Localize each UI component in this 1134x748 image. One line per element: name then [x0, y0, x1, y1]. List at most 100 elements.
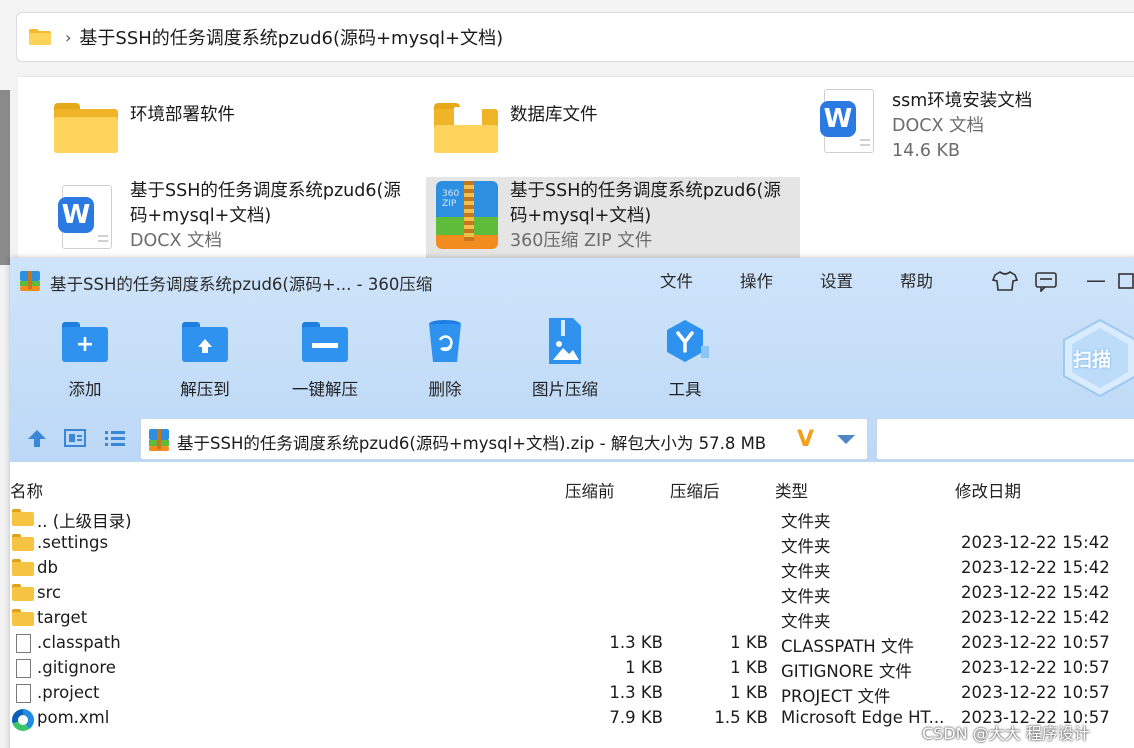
edge-icon	[12, 709, 34, 731]
modified-date: 2023-12-22 15:42	[961, 608, 1110, 627]
tools-icon	[661, 318, 711, 364]
scan-label: 扫描	[1073, 349, 1112, 371]
folder-icon	[29, 29, 51, 45]
title-bar[interactable]: 基于SSH的任务调度系统pzud6(源码+... - 360压缩 文件 操作 设…	[10, 258, 1134, 304]
folder-icon	[12, 534, 34, 552]
screen: › 基于SSH的任务调度系统pzud6(源码+mysql+文档) 环境部署软件 …	[0, 0, 1134, 748]
file-row[interactable]: .classpath 1.3 KB 1 KB CLASSPATH 文件 2023-12-…	[10, 631, 1134, 656]
toolbar-label: 一键解压	[292, 380, 358, 399]
column-size-after[interactable]: 压缩后	[670, 478, 720, 502]
item-name: 环境部署软件	[130, 105, 235, 125]
path-dropdown-arrow-icon[interactable]	[837, 435, 855, 444]
360-zip-app-icon	[20, 271, 40, 291]
file-row[interactable]: .gitignore 1 KB 1 KB GITIGNORE 文件 2023-12-22…	[10, 656, 1134, 681]
menu-settings[interactable]: 设置	[820, 268, 853, 292]
item-type: DOCX 文档	[892, 116, 985, 136]
toolbar-label: 解压到	[180, 380, 230, 399]
file-name: db	[37, 558, 58, 577]
wps-docx-icon: W	[52, 179, 122, 249]
explorer-item-docx-ssm-env[interactable]: W ssm环境安装文档 DOCX 文档 14.6 KB	[814, 89, 1032, 164]
file-type: 文件夹	[781, 587, 831, 606]
column-type[interactable]: 类型	[775, 478, 808, 502]
file-name: .. (上级目录)	[37, 512, 132, 531]
size-after: 1 KB	[730, 658, 768, 677]
file-type: 文件夹	[781, 562, 831, 581]
breadcrumb-chevron-icon: ›	[65, 27, 72, 47]
modified-date: 2023-12-22 10:57	[961, 683, 1110, 702]
file-type: 文件夹	[781, 612, 831, 631]
item-name-line2: 码+mysql+文档)	[130, 206, 272, 226]
file-list-header: 名称 压缩前 压缩后 类型 修改日期	[10, 474, 1134, 504]
file-type: Microsoft Edge HT...	[781, 708, 945, 727]
explorer-file-view: 环境部署软件 数据库文件 W ssm环境安装文档 DOCX 文档 14.6 KB…	[18, 76, 1134, 266]
folder-icon	[12, 609, 34, 627]
up-level-arrow-icon[interactable]	[26, 428, 48, 448]
archive-path-text: 基于SSH的任务调度系统pzud6(源码+mysql+文档).zip - 解包大…	[177, 434, 767, 453]
file-row[interactable]: .. (上级目录) 文件夹	[10, 506, 1134, 531]
file-type: CLASSPATH 文件	[781, 637, 914, 656]
zip-archive-icon	[149, 429, 169, 451]
folder-icon	[52, 97, 122, 167]
explorer-item-zip-selected[interactable]: 360 ZIP 基于SSH的任务调度系统pzud6(源 码+mysql+文档) 3…	[426, 177, 800, 261]
file-row[interactable]: db 文件夹 2023-12-22 15:42	[10, 556, 1134, 581]
file-name: .project	[37, 683, 100, 702]
file-icon	[12, 659, 34, 678]
v-logo-icon[interactable]: V	[797, 427, 814, 452]
column-size-before[interactable]: 压缩前	[565, 478, 615, 502]
file-icon	[12, 634, 34, 653]
breadcrumb-current-folder[interactable]: 基于SSH的任务调度系统pzud6(源码+mysql+文档)	[79, 24, 503, 50]
item-name: 数据库文件	[510, 105, 598, 125]
folder-icon	[12, 584, 34, 602]
size-after: 1 KB	[730, 683, 768, 702]
toolbar-tools-button[interactable]: 工具	[635, 318, 735, 400]
toolbar-image-compress-button[interactable]: 图片压缩	[515, 318, 615, 400]
modified-date: 2023-12-22 10:57	[961, 658, 1110, 677]
item-type: 360压缩 ZIP 文件	[510, 231, 653, 251]
360-zip-icon: 360 ZIP	[432, 179, 502, 249]
modified-date: 2023-12-22 10:57	[961, 633, 1110, 652]
maximize-button[interactable]	[1118, 270, 1134, 294]
file-type: GITIGNORE 文件	[781, 662, 912, 681]
window-title: 基于SSH的任务调度系统pzud6(源码+... - 360压缩	[50, 275, 433, 294]
image-compress-icon	[541, 318, 589, 364]
explorer-address-bar[interactable]: › 基于SSH的任务调度系统pzud6(源码+mysql+文档)	[16, 12, 1134, 62]
size-before: 7.9 KB	[609, 708, 663, 727]
archive-nav-row: 基于SSH的任务调度系统pzud6(源码+mysql+文档).zip - 解包大…	[10, 416, 1134, 462]
minimize-button[interactable]: —	[1086, 268, 1106, 292]
size-before: 1 KB	[625, 658, 663, 677]
file-name: .classpath	[37, 633, 121, 652]
watermark: CSDN @大大 程序设计	[922, 724, 1090, 743]
file-row[interactable]: target 文件夹 2023-12-22 15:42	[10, 606, 1134, 631]
column-modified-date[interactable]: 修改日期	[955, 478, 1021, 502]
skin-shirt-icon[interactable]	[991, 270, 1019, 292]
modified-date: 2023-12-22 15:42	[961, 533, 1110, 552]
feedback-message-icon[interactable]	[1034, 270, 1060, 293]
column-name[interactable]: 名称	[10, 478, 43, 502]
archiver-window: 基于SSH的任务调度系统pzud6(源码+... - 360压缩 文件 操作 设…	[10, 258, 1134, 748]
toolbar-delete-button[interactable]: 删除	[395, 318, 495, 400]
folder-icon	[12, 509, 34, 527]
file-row[interactable]: .settings 文件夹 2023-12-22 15:42	[10, 531, 1134, 556]
file-row[interactable]: .project 1.3 KB 1 KB PROJECT 文件 2023-12-22 1…	[10, 681, 1134, 706]
extract-to-folder-icon	[181, 318, 229, 364]
file-name: .settings	[37, 533, 109, 552]
thumbnail-view-icon[interactable]	[64, 428, 86, 448]
list-view-icon[interactable]	[104, 428, 126, 448]
toolbar-extract-to-button[interactable]: 解压到	[155, 318, 255, 400]
toolbar-add-button[interactable]: + 添加	[35, 318, 135, 400]
scan-button[interactable]: 扫描	[1060, 318, 1134, 398]
folder-with-document-icon	[432, 97, 502, 167]
menu-file[interactable]: 文件	[660, 268, 693, 292]
menu-help[interactable]: 帮助	[900, 268, 933, 292]
archive-search-input[interactable]	[876, 418, 1134, 460]
archive-path-box[interactable]: 基于SSH的任务调度系统pzud6(源码+mysql+文档).zip - 解包大…	[140, 418, 868, 460]
explorer-item-folder-env-software[interactable]: 环境部署软件	[52, 97, 235, 167]
explorer-item-folder-database-files[interactable]: 数据库文件	[432, 97, 598, 167]
menu-operation[interactable]: 操作	[740, 268, 773, 292]
file-type: PROJECT 文件	[781, 687, 891, 706]
size-after: 1 KB	[730, 633, 768, 652]
wps-docx-icon: W	[814, 89, 884, 159]
explorer-item-docx-project-doc[interactable]: W 基于SSH的任务调度系统pzud6(源 码+mysql+文档) DOCX 文…	[52, 179, 401, 254]
file-row[interactable]: src 文件夹 2023-12-22 15:42	[10, 581, 1134, 606]
toolbar-one-click-extract-button[interactable]: 一键解压	[275, 318, 375, 400]
